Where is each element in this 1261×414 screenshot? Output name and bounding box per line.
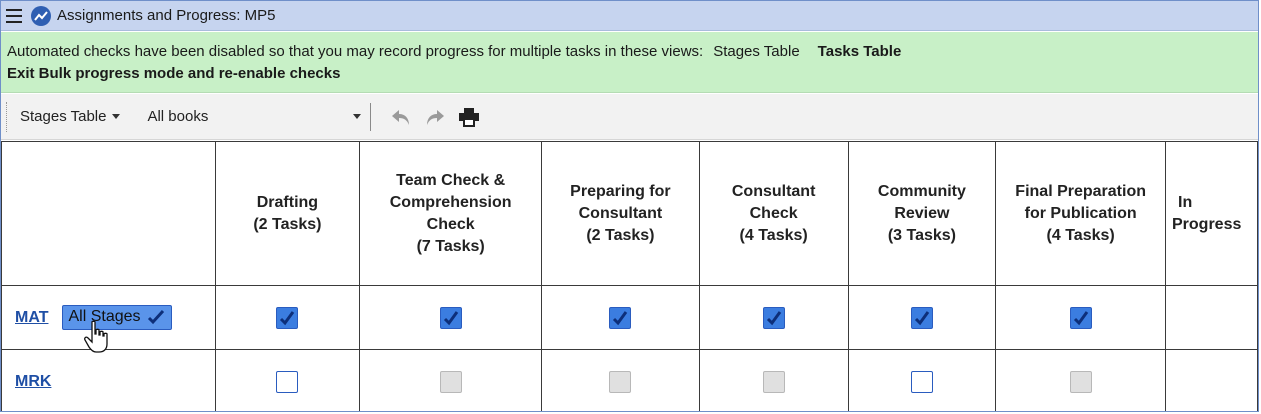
- checkbox-unchecked[interactable]: [910, 370, 933, 393]
- cell-in-progress: [1165, 349, 1258, 411]
- exit-bulk-mode-link[interactable]: Exit Bulk progress mode and re-enable ch…: [7, 63, 1254, 85]
- cell-checkbox: [214, 285, 361, 350]
- book-filter-dropdown[interactable]: All books: [147, 108, 362, 125]
- toolbar-separator: [370, 102, 372, 131]
- chevron-down-icon: [353, 114, 362, 119]
- checkbox-checked[interactable]: [609, 306, 632, 329]
- header-line: Drafting: [256, 193, 319, 211]
- header-line: Consultant: [731, 182, 816, 200]
- progress-chart-icon: [31, 5, 51, 26]
- cell-checkbox: [698, 285, 849, 350]
- view-dropdown[interactable]: Stages Table: [20, 108, 121, 125]
- header-line: Community: [877, 182, 966, 200]
- tasks-table-link[interactable]: Tasks Table: [818, 43, 902, 60]
- book-link-mrk[interactable]: MRK: [15, 373, 51, 390]
- cell-checkbox: [359, 349, 543, 411]
- cell-checkbox: [698, 349, 849, 411]
- toolbar: Stages Table All books: [1, 94, 1258, 140]
- header-line: Progress: [1172, 215, 1242, 233]
- header-line: (7 Tasks): [416, 237, 485, 255]
- checkbox-checked[interactable]: [1069, 306, 1092, 329]
- cell-checkbox: [995, 349, 1166, 411]
- column-header-team-check: Team Check & Comprehension Check (7 Task…: [359, 141, 543, 286]
- view-dropdown-label: Stages Table: [20, 108, 107, 125]
- checkbox-checked[interactable]: [910, 306, 933, 329]
- hand-cursor-icon: [84, 320, 110, 359]
- header-line: (4 Tasks): [739, 226, 808, 244]
- redo-icon[interactable]: [424, 107, 446, 127]
- checkbox-disabled: [762, 370, 785, 393]
- assignments-progress-window: Assignments and Progress: MP5 Automated …: [0, 0, 1259, 412]
- menu-icon[interactable]: [6, 8, 22, 23]
- bulk-mode-banner: Automated checks have been disabled so t…: [1, 32, 1258, 93]
- header-line: Preparing for: [570, 182, 671, 200]
- header-line: (4 Tasks): [1046, 226, 1115, 244]
- header-line: for Publication: [1024, 204, 1137, 222]
- checkbox-checked[interactable]: [439, 306, 462, 329]
- cell-in-progress: [1165, 285, 1258, 350]
- column-header-in-progress: In Progress: [1165, 141, 1258, 286]
- header-line: (2 Tasks): [586, 226, 655, 244]
- table-row: MRK: [1, 349, 1258, 411]
- stages-table-link[interactable]: Stages Table: [713, 43, 799, 60]
- cell-checkbox: [541, 349, 700, 411]
- checkbox-checked[interactable]: [762, 306, 785, 329]
- header-line: (3 Tasks): [887, 226, 956, 244]
- header-line: In: [1178, 193, 1193, 211]
- window-title: Assignments and Progress: MP5: [57, 7, 276, 24]
- header-line: Check: [749, 204, 798, 222]
- header-line: (2 Tasks): [253, 215, 322, 233]
- header-line: Team Check &: [396, 171, 506, 189]
- book-link-mat[interactable]: MAT: [15, 309, 48, 326]
- header-line: Review: [894, 204, 950, 222]
- column-header-preparing-consultant: Preparing for Consultant (2 Tasks): [541, 141, 700, 286]
- cell-checkbox: [214, 349, 361, 411]
- header-line: Check: [426, 215, 475, 233]
- undo-icon[interactable]: [390, 107, 412, 127]
- cell-checkbox: [847, 349, 997, 411]
- book-filter-label: All books: [147, 108, 209, 125]
- cell-checkbox: [995, 285, 1166, 350]
- checkmark-icon: [147, 309, 164, 325]
- header-row: Drafting (2 Tasks) Team Check & Comprehe…: [1, 141, 1258, 286]
- column-header-community-review: Community Review (3 Tasks): [847, 141, 997, 286]
- stages-table: Drafting (2 Tasks) Team Check & Comprehe…: [1, 141, 1258, 411]
- print-icon[interactable]: [458, 107, 480, 127]
- column-header-drafting: Drafting (2 Tasks): [214, 141, 361, 286]
- checkbox-unchecked[interactable]: [276, 370, 299, 393]
- column-header-final-preparation: Final Preparation for Publication (4 Tas…: [995, 141, 1166, 286]
- checkbox-disabled: [1069, 370, 1092, 393]
- header-line: Final Preparation: [1015, 182, 1146, 200]
- header-line: Comprehension: [389, 193, 512, 211]
- table-row: MAT All Stages: [1, 285, 1258, 350]
- header-line: Consultant: [578, 204, 663, 222]
- cell-checkbox: [541, 285, 700, 350]
- title-bar: Assignments and Progress: MP5: [1, 1, 1258, 31]
- cell-checkbox: [359, 285, 543, 350]
- corner-cell: [1, 141, 216, 286]
- checkbox-disabled: [439, 370, 462, 393]
- checkbox-disabled: [609, 370, 632, 393]
- column-header-consultant-check: Consultant Check (4 Tasks): [698, 141, 849, 286]
- checkbox-checked[interactable]: [276, 306, 299, 329]
- toolbar-grip: [6, 101, 10, 132]
- all-stages-button[interactable]: All Stages: [62, 305, 172, 330]
- banner-message: Automated checks have been disabled so t…: [7, 43, 704, 60]
- chevron-down-icon: [112, 114, 121, 119]
- cell-checkbox: [847, 285, 997, 350]
